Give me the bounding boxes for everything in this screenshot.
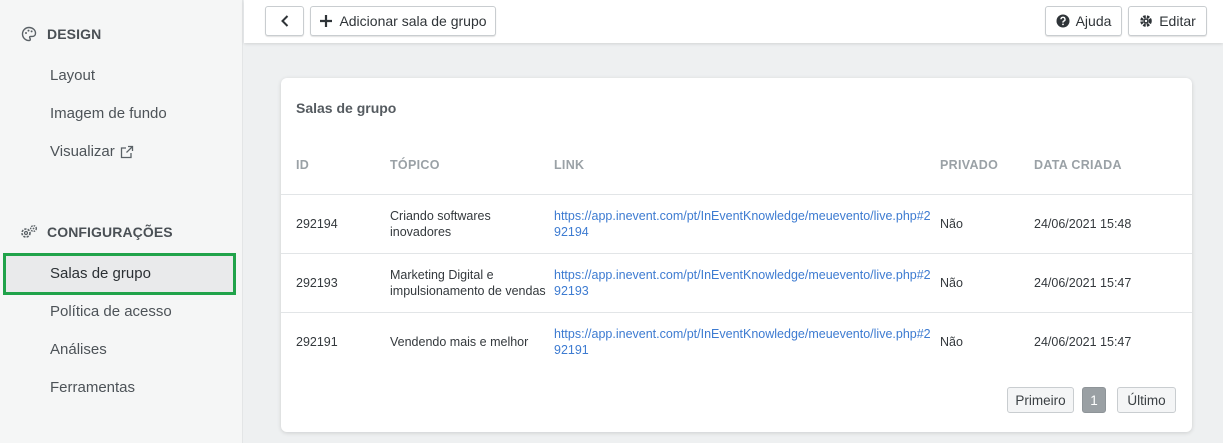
gear-icon xyxy=(1139,14,1153,28)
row-private: Não xyxy=(940,217,963,231)
column-header-topic: TÓPICO xyxy=(390,158,440,172)
row-private: Não xyxy=(940,276,963,290)
breakout-rooms-card: Salas de grupo ID TÓPICO LINK PRIVADO DA… xyxy=(281,78,1192,432)
row-topic-line: inovadores xyxy=(390,225,452,239)
row-topic: Marketing Digital e impulsionamento de v… xyxy=(390,267,546,299)
row-date: 24/06/2021 15:48 xyxy=(1034,217,1132,231)
row-link-line: https://app.inevent.com/pt/InEventKnowle… xyxy=(554,327,931,341)
sidebar: DESIGN Layout Imagem de fundo Visualizar… xyxy=(0,0,243,443)
sidebar-item-preview[interactable]: Visualizar xyxy=(50,133,135,171)
gears-icon xyxy=(20,223,38,241)
row-id: 292194 xyxy=(296,217,338,231)
add-breakout-room-button[interactable]: Adicionar sala de grupo xyxy=(310,6,496,36)
add-breakout-room-label: Adicionar sala de grupo xyxy=(339,13,487,29)
row-link-line: 92191 xyxy=(554,343,589,357)
pagination-first-button[interactable]: Primeiro xyxy=(1007,387,1074,413)
pagination-current-page[interactable]: 1 xyxy=(1082,387,1106,413)
card-title: Salas de grupo xyxy=(296,100,397,116)
row-topic: Vendendo mais e melhor xyxy=(390,334,528,350)
back-button[interactable] xyxy=(265,6,304,36)
sidebar-item-background-image[interactable]: Imagem de fundo xyxy=(50,95,167,133)
table-row: 292193 Marketing Digital e impulsionamen… xyxy=(281,253,1192,312)
help-button[interactable]: Ajuda xyxy=(1045,6,1122,36)
row-id: 292191 xyxy=(296,335,338,349)
row-link[interactable]: https://app.inevent.com/pt/InEventKnowle… xyxy=(554,267,934,299)
sidebar-item-access-policy[interactable]: Política de acesso xyxy=(50,293,172,331)
table-row: 292194 Criando softwares inovadores http… xyxy=(281,194,1192,253)
row-link[interactable]: https://app.inevent.com/pt/InEventKnowle… xyxy=(554,208,934,240)
edit-button[interactable]: Editar xyxy=(1128,6,1207,36)
pagination-last-button[interactable]: Último xyxy=(1117,387,1176,413)
sidebar-item-tools[interactable]: Ferramentas xyxy=(50,369,135,407)
row-topic: Criando softwares inovadores xyxy=(390,208,491,240)
question-circle-icon xyxy=(1056,14,1070,28)
edit-label: Editar xyxy=(1159,13,1196,29)
section-config: CONFIGURAÇÕES xyxy=(20,220,173,244)
column-header-link: LINK xyxy=(554,158,585,172)
row-topic-line: Marketing Digital e xyxy=(390,268,494,282)
row-private: Não xyxy=(940,335,963,349)
sidebar-item-analytics[interactable]: Análises xyxy=(50,331,107,369)
table-row: 292191 Vendendo mais e melhor https://ap… xyxy=(281,312,1192,371)
section-design-title: DESIGN xyxy=(47,26,102,42)
help-label: Ajuda xyxy=(1075,13,1112,29)
sidebar-item-layout[interactable]: Layout xyxy=(50,57,95,95)
section-config-title: CONFIGURAÇÕES xyxy=(47,224,173,240)
column-header-id: ID xyxy=(296,158,310,172)
chevron-left-icon xyxy=(280,15,290,27)
column-header-date-created: DATA CRIADA xyxy=(1034,158,1122,172)
row-topic-line: impulsionamento de vendas xyxy=(390,284,546,298)
row-link-line: 92194 xyxy=(554,225,589,239)
row-topic-line: Criando softwares xyxy=(390,209,491,223)
section-design: DESIGN xyxy=(20,22,101,46)
row-link-line: https://app.inevent.com/pt/InEventKnowle… xyxy=(554,209,931,223)
plus-icon xyxy=(319,14,333,28)
sidebar-item-preview-label: Visualizar xyxy=(50,143,115,160)
row-date: 24/06/2021 15:47 xyxy=(1034,276,1132,290)
row-topic-line: Vendendo mais e melhor xyxy=(390,335,529,349)
row-link-line: 92193 xyxy=(554,284,589,298)
column-header-private: PRIVADO xyxy=(940,158,999,172)
row-id: 292193 xyxy=(296,276,338,290)
top-toolbar: Adicionar sala de grupo Ajuda Editar xyxy=(244,0,1223,43)
row-link-line: https://app.inevent.com/pt/InEventKnowle… xyxy=(554,268,931,282)
sidebar-item-breakout-rooms[interactable]: Salas de grupo xyxy=(3,253,236,295)
palette-icon xyxy=(20,25,38,43)
sidebar-item-breakout-rooms-label: Salas de grupo xyxy=(50,265,151,282)
external-link-icon xyxy=(119,144,135,160)
row-link[interactable]: https://app.inevent.com/pt/InEventKnowle… xyxy=(554,326,934,358)
row-date: 24/06/2021 15:47 xyxy=(1034,335,1132,349)
